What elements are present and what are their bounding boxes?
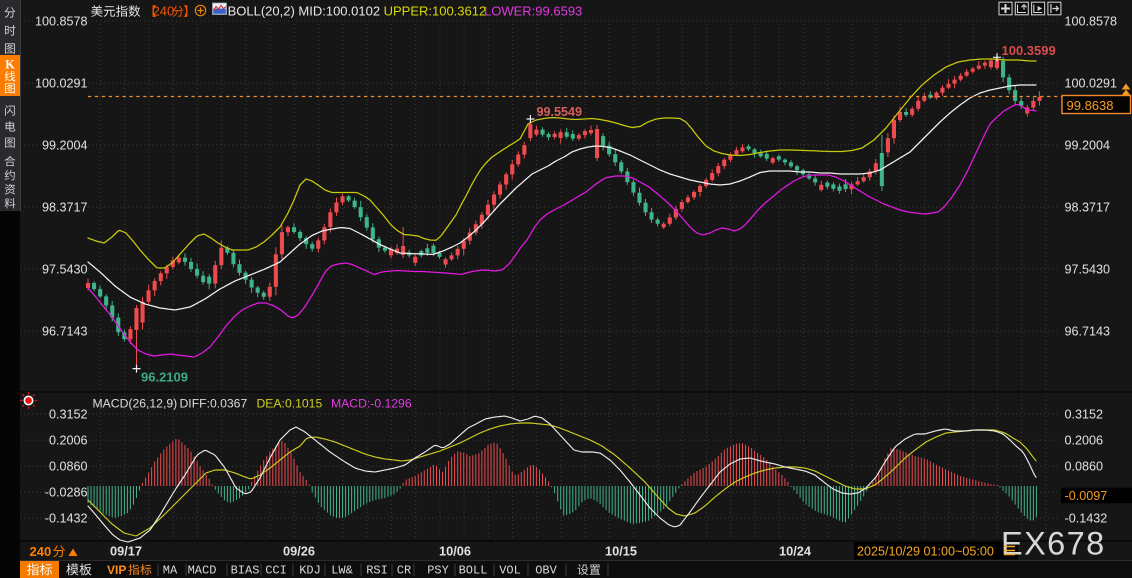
- svg-text:BOLL(20,2) MID:100.0102: BOLL(20,2) MID:100.0102: [228, 4, 380, 19]
- svg-text:VIP: VIP: [107, 563, 126, 577]
- svg-text:OBV: OBV: [535, 564, 557, 578]
- svg-text:MACD:-0.1296: MACD:-0.1296: [331, 397, 412, 411]
- svg-text:-0.1432: -0.1432: [45, 512, 88, 526]
- svg-text:VOL: VOL: [499, 564, 521, 578]
- svg-text:0.3152: 0.3152: [1065, 408, 1104, 422]
- svg-text:96.2109: 96.2109: [141, 370, 188, 385]
- svg-text:-0.0097: -0.0097: [1065, 489, 1108, 503]
- svg-text:99.2004: 99.2004: [42, 139, 88, 153]
- svg-text:EX678: EX678: [1001, 526, 1106, 562]
- svg-text:0.3152: 0.3152: [49, 408, 88, 422]
- svg-text:K: K: [5, 58, 15, 72]
- svg-text:97.5430: 97.5430: [1065, 263, 1111, 277]
- svg-text:KDJ: KDJ: [299, 564, 321, 578]
- svg-text:99.2004: 99.2004: [1065, 139, 1111, 153]
- svg-text:100.3599: 100.3599: [1002, 43, 1056, 58]
- svg-text:PSY: PSY: [427, 564, 449, 578]
- svg-text:RSI: RSI: [366, 564, 388, 578]
- svg-text:0.2006: 0.2006: [49, 434, 88, 448]
- svg-text:240: 240: [153, 4, 175, 19]
- svg-text:MACD(26,12,9): MACD(26,12,9): [93, 397, 178, 411]
- svg-text:0.0860: 0.0860: [49, 460, 88, 474]
- svg-text:CCI: CCI: [265, 564, 287, 578]
- svg-text:99.8638: 99.8638: [1067, 98, 1114, 113]
- svg-text:MACD: MACD: [188, 564, 217, 578]
- svg-text:0.2006: 0.2006: [1065, 434, 1104, 448]
- svg-text:98.3717: 98.3717: [1065, 201, 1111, 215]
- svg-text:DEA:0.1015: DEA:0.1015: [257, 397, 323, 411]
- svg-text:98.3717: 98.3717: [42, 201, 88, 215]
- svg-text:10/06: 10/06: [439, 544, 471, 559]
- svg-text:LW&: LW&: [331, 564, 353, 578]
- svg-text:240: 240: [30, 544, 52, 559]
- svg-text:MA: MA: [163, 564, 178, 578]
- svg-text:09/26: 09/26: [283, 544, 315, 559]
- svg-text:-0.1432: -0.1432: [1065, 512, 1108, 526]
- svg-text:10/15: 10/15: [605, 544, 637, 559]
- svg-text:100.0291: 100.0291: [35, 77, 88, 91]
- svg-text:100.8578: 100.8578: [35, 15, 88, 29]
- svg-text:09/17: 09/17: [110, 544, 142, 559]
- svg-text:UPPER:100.3612: UPPER:100.3612: [384, 4, 487, 19]
- svg-text:96.7143: 96.7143: [42, 325, 88, 339]
- svg-text:CR: CR: [397, 564, 411, 578]
- svg-text:99.5549: 99.5549: [537, 105, 583, 119]
- svg-text:BIAS: BIAS: [231, 564, 260, 578]
- svg-text:10/24: 10/24: [779, 544, 812, 559]
- svg-text:-0.0286: -0.0286: [45, 486, 88, 500]
- svg-text:DIFF:0.0367: DIFF:0.0367: [180, 397, 248, 411]
- svg-text:100.8578: 100.8578: [1065, 15, 1118, 29]
- svg-text:BOLL: BOLL: [459, 564, 488, 578]
- svg-text:LOWER:99.6593: LOWER:99.6593: [484, 4, 582, 19]
- svg-text:97.5430: 97.5430: [42, 263, 88, 277]
- svg-text:100.0291: 100.0291: [1065, 77, 1118, 91]
- svg-text:0.0860: 0.0860: [1065, 460, 1104, 474]
- svg-text:2025/10/29 01:00~05:00: 2025/10/29 01:00~05:00: [857, 544, 994, 558]
- svg-text:96.7143: 96.7143: [1065, 325, 1111, 339]
